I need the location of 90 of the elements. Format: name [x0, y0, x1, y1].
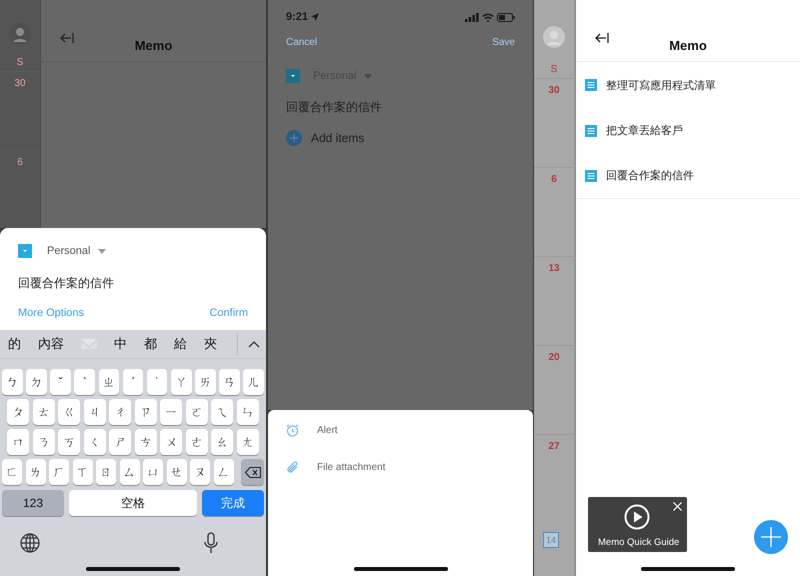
close-icon[interactable]: [673, 502, 682, 511]
keyboard-key[interactable]: ㄔ: [109, 399, 132, 425]
candidate-word[interactable]: 中: [114, 335, 127, 353]
keyboard-key[interactable]: ㄕ: [109, 429, 132, 455]
title-input-field[interactable]: 回覆合作案的信件: [18, 273, 218, 293]
keyboard-key[interactable]: ㄏ: [49, 459, 70, 485]
keyboard-key[interactable]: ㄎ: [58, 429, 80, 455]
caret-icon: [364, 74, 372, 78]
note-icon: [585, 170, 597, 182]
candidate-word[interactable]: 夾: [204, 335, 217, 353]
keyboard-key[interactable]: ㄜ: [186, 429, 208, 455]
add-button-icon[interactable]: [754, 520, 788, 554]
note-icon: [585, 79, 597, 91]
keyboard-key[interactable]: ㄅ: [2, 369, 23, 395]
candidate-word[interactable]: 內容: [38, 335, 64, 353]
keyboard-key[interactable]: ㄚ: [170, 369, 192, 395]
keyboard-key[interactable]: ㄧ: [160, 399, 182, 425]
option-item[interactable]: Alert: [286, 422, 338, 438]
paperclip-icon: [286, 460, 299, 474]
keyboard-key[interactable]: ˙: [146, 369, 168, 395]
video-thumbnail[interactable]: Memo Quick Guide: [588, 497, 687, 552]
keyboard-key[interactable]: ㄒ: [72, 459, 93, 485]
keyboard-key[interactable]: ˇ: [50, 369, 71, 395]
keyboard-key[interactable]: ㄠ: [211, 429, 234, 455]
keyboard-key[interactable]: ㄈ: [2, 459, 22, 485]
caret-icon: [98, 248, 106, 254]
battery-icon: [497, 12, 515, 22]
keyboard-key[interactable]: ㄗ: [134, 399, 157, 425]
keyboard-key[interactable]: ㄐ: [84, 399, 106, 425]
keyboard-key[interactable]: ㄉ: [26, 369, 47, 395]
keyboard-key[interactable]: ㄖ: [96, 459, 116, 485]
status-time: 9:21: [286, 11, 308, 23]
delete-key[interactable]: [241, 459, 264, 485]
keyboard-key[interactable]: ㄡ: [190, 459, 210, 485]
memo-item[interactable]: 整理可寫應用程式清單: [576, 62, 800, 108]
space-key[interactable]: 空格: [69, 490, 197, 516]
keyboard-key[interactable]: ㄟ: [211, 399, 234, 425]
keyboard-key[interactable]: ㄦ: [243, 369, 264, 395]
play-icon[interactable]: [624, 504, 650, 530]
memo-item[interactable]: 回覆合作案的信件: [576, 153, 800, 198]
keyboard-key[interactable]: ˊ: [122, 369, 144, 395]
category-color-icon: [18, 244, 32, 258]
candidate-word[interactable]: 的: [8, 335, 21, 353]
keyboard-key[interactable]: ㄘ: [134, 429, 157, 455]
category-dropdown[interactable]: Personal: [47, 245, 106, 257]
numbers-key[interactable]: 123: [2, 490, 64, 516]
option-item[interactable]: File attachment: [286, 459, 386, 475]
keyboard-key[interactable]: ㄌ: [26, 459, 46, 485]
keyboard-key[interactable]: ㄍ: [58, 399, 80, 425]
microphone-icon[interactable]: [204, 532, 218, 554]
done-key[interactable]: 完成: [202, 490, 264, 516]
keyboard-key[interactable]: ㄨ: [160, 429, 182, 455]
calendar-date[interactable]: 6: [17, 156, 23, 228]
weekday-label: S: [550, 63, 558, 77]
wifi-icon: [482, 12, 494, 22]
memo-title-text: 回覆合作案的信件: [286, 99, 383, 116]
keyboard-key[interactable]: ㄊ: [32, 399, 55, 425]
delete-icon: [244, 466, 261, 478]
keyboard-key[interactable]: ˋ: [74, 369, 96, 395]
calendar-date[interactable]: 30: [14, 78, 26, 150]
alarm-clock-icon: [286, 424, 299, 436]
category-color-icon: [286, 69, 300, 83]
candidate-word[interactable]: 都: [144, 335, 157, 353]
keyboard-key[interactable]: ㄙ: [120, 459, 140, 485]
plus-circle-icon: [286, 130, 302, 146]
back-arrow-icon[interactable]: [594, 32, 610, 44]
location-arrow-icon: [311, 13, 320, 21]
globe-icon[interactable]: [20, 533, 40, 553]
panel-title: Memo: [134, 38, 174, 53]
keyboard-key[interactable]: ㄩ: [143, 459, 164, 485]
memo-item[interactable]: 把文章丟給客戶: [576, 108, 800, 153]
keyboard-key[interactable]: ㄓ: [98, 369, 120, 395]
signal-icon: [465, 12, 479, 22]
keyboard-key[interactable]: ㄛ: [186, 399, 208, 425]
keyboard-key[interactable]: ㄝ: [166, 459, 187, 485]
keyboard-key[interactable]: ㄣ: [236, 399, 259, 425]
keyboard-key[interactable]: ㄢ: [219, 369, 240, 395]
video-caption: Memo Quick Guide: [598, 537, 680, 548]
keyboard-key[interactable]: ㄋ: [32, 429, 55, 455]
keyboard-key[interactable]: ㄆ: [7, 399, 30, 425]
keyboard-key[interactable]: ㄇ: [7, 429, 30, 455]
keyboard-key[interactable]: ㄑ: [84, 429, 106, 455]
keyboard-key[interactable]: ㄥ: [214, 459, 234, 485]
weekday-label: S: [16, 56, 24, 70]
panel-title: Memo: [668, 38, 708, 53]
avatar-icon[interactable]: [9, 22, 31, 45]
candidate-word[interactable]: 給: [174, 335, 187, 353]
note-icon: [585, 124, 597, 136]
keyboard-key[interactable]: ㄞ: [195, 369, 216, 395]
keyboard-key[interactable]: ㄤ: [236, 429, 259, 455]
